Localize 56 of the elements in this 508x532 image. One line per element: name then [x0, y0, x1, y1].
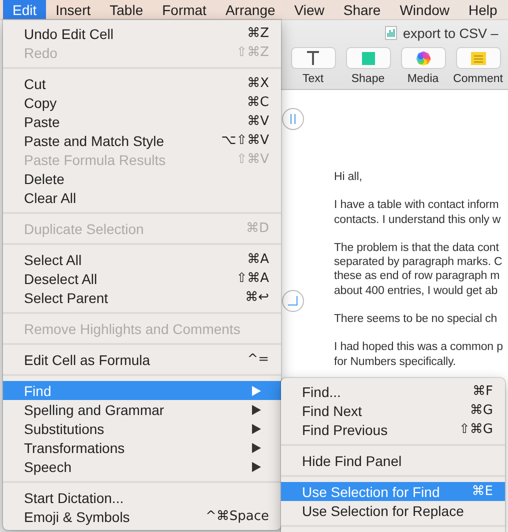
- menu-item[interactable]: Substitutions: [3, 419, 281, 438]
- toolbar-label: Text: [302, 73, 324, 85]
- menu-item[interactable]: Spelling and Grammar: [3, 400, 281, 419]
- square-icon: [362, 52, 374, 64]
- menu-item[interactable]: Undo Edit Cell ⌘Z: [3, 24, 281, 43]
- menu-item[interactable]: Delete: [3, 169, 281, 188]
- menu-item[interactable]: Use Selection for Replace: [281, 501, 505, 520]
- document-text-line: for Numbers specifically.: [334, 354, 457, 369]
- document-text-line: about 400 entries, I would get ab: [334, 284, 499, 298]
- menu-bar-item[interactable]: Insert: [46, 0, 100, 19]
- menu-item[interactable]: Emoji & Symbols ^⌘Space: [3, 507, 281, 526]
- menu-bar-item[interactable]: Format: [152, 0, 216, 19]
- document-text-line: I have a table with contact inform: [334, 198, 500, 213]
- menu-bar-item[interactable]: Window: [390, 0, 460, 19]
- document-text-line: these as end of row paragraph m: [334, 269, 501, 284]
- document-text-line: separated by paragraph marks. C: [334, 255, 504, 270]
- corner-marker-icon[interactable]: [282, 290, 304, 312]
- menu-item[interactable]: Hide Find Panel: [281, 451, 505, 470]
- toolbar-button[interactable]: [400, 47, 446, 69]
- menu-item[interactable]: Find... ⌘F: [281, 382, 505, 401]
- section-marker-icon[interactable]: [282, 108, 304, 130]
- document-icon: [385, 26, 397, 40]
- toolbar-button[interactable]: [456, 47, 500, 69]
- toolbar-label: Media: [407, 73, 439, 85]
- menu-item[interactable]: Deselect All ⇧⌘A: [3, 269, 281, 288]
- document-text-line: Hi all,: [334, 170, 364, 184]
- menu-item[interactable]: Paste ⌘V: [3, 112, 281, 131]
- menu-item[interactable]: Find Previous ⇧⌘G: [281, 420, 505, 439]
- menu-bar-item[interactable]: Share: [334, 0, 390, 19]
- menu-item[interactable]: Find Next ⌘G: [281, 401, 505, 420]
- document-text-line: contacts. I understand this only w: [334, 212, 502, 227]
- menu-bar-item[interactable]: View: [284, 0, 334, 19]
- toolbar-button[interactable]: [290, 47, 336, 69]
- menu-item[interactable]: Copy ⌘C: [3, 93, 281, 112]
- menu-bar-item[interactable]: Edit: [3, 0, 46, 19]
- document-text-line: I had hoped this was a common p: [334, 340, 504, 355]
- menu-item[interactable]: Speech: [3, 457, 281, 476]
- menu-item[interactable]: Clear All: [3, 188, 281, 207]
- document-text-line: There seems to be no special ch: [334, 312, 498, 326]
- toolbar-label: Shape: [351, 73, 385, 85]
- menu-item[interactable]: Cut ⌘X: [3, 74, 281, 93]
- menu-item[interactable]: Transformations: [3, 438, 281, 457]
- toolbar-label: Comment: [453, 73, 503, 85]
- document-text-line: The problem is that the data cont: [334, 240, 500, 256]
- flower-icon: [416, 50, 430, 66]
- menu-item[interactable]: Paste and Match Style ⌥⇧⌘V: [3, 131, 281, 150]
- menu-item[interactable]: Select Parent ⌘↩: [3, 288, 281, 307]
- menu-item[interactable]: Select All ⌘A: [3, 250, 281, 269]
- text-icon: [306, 51, 320, 65]
- window-title: export to CSV –: [403, 26, 498, 40]
- menu-bar-item[interactable]: Help: [459, 0, 507, 19]
- menu-bar-item[interactable]: Arrange: [216, 0, 285, 19]
- menu-bar-item[interactable]: Table: [100, 0, 153, 19]
- note-icon: [470, 52, 486, 64]
- menu-item[interactable]: Start Dictation...: [3, 488, 281, 507]
- menu-item[interactable]: Edit Cell as Formula ^=: [3, 350, 281, 369]
